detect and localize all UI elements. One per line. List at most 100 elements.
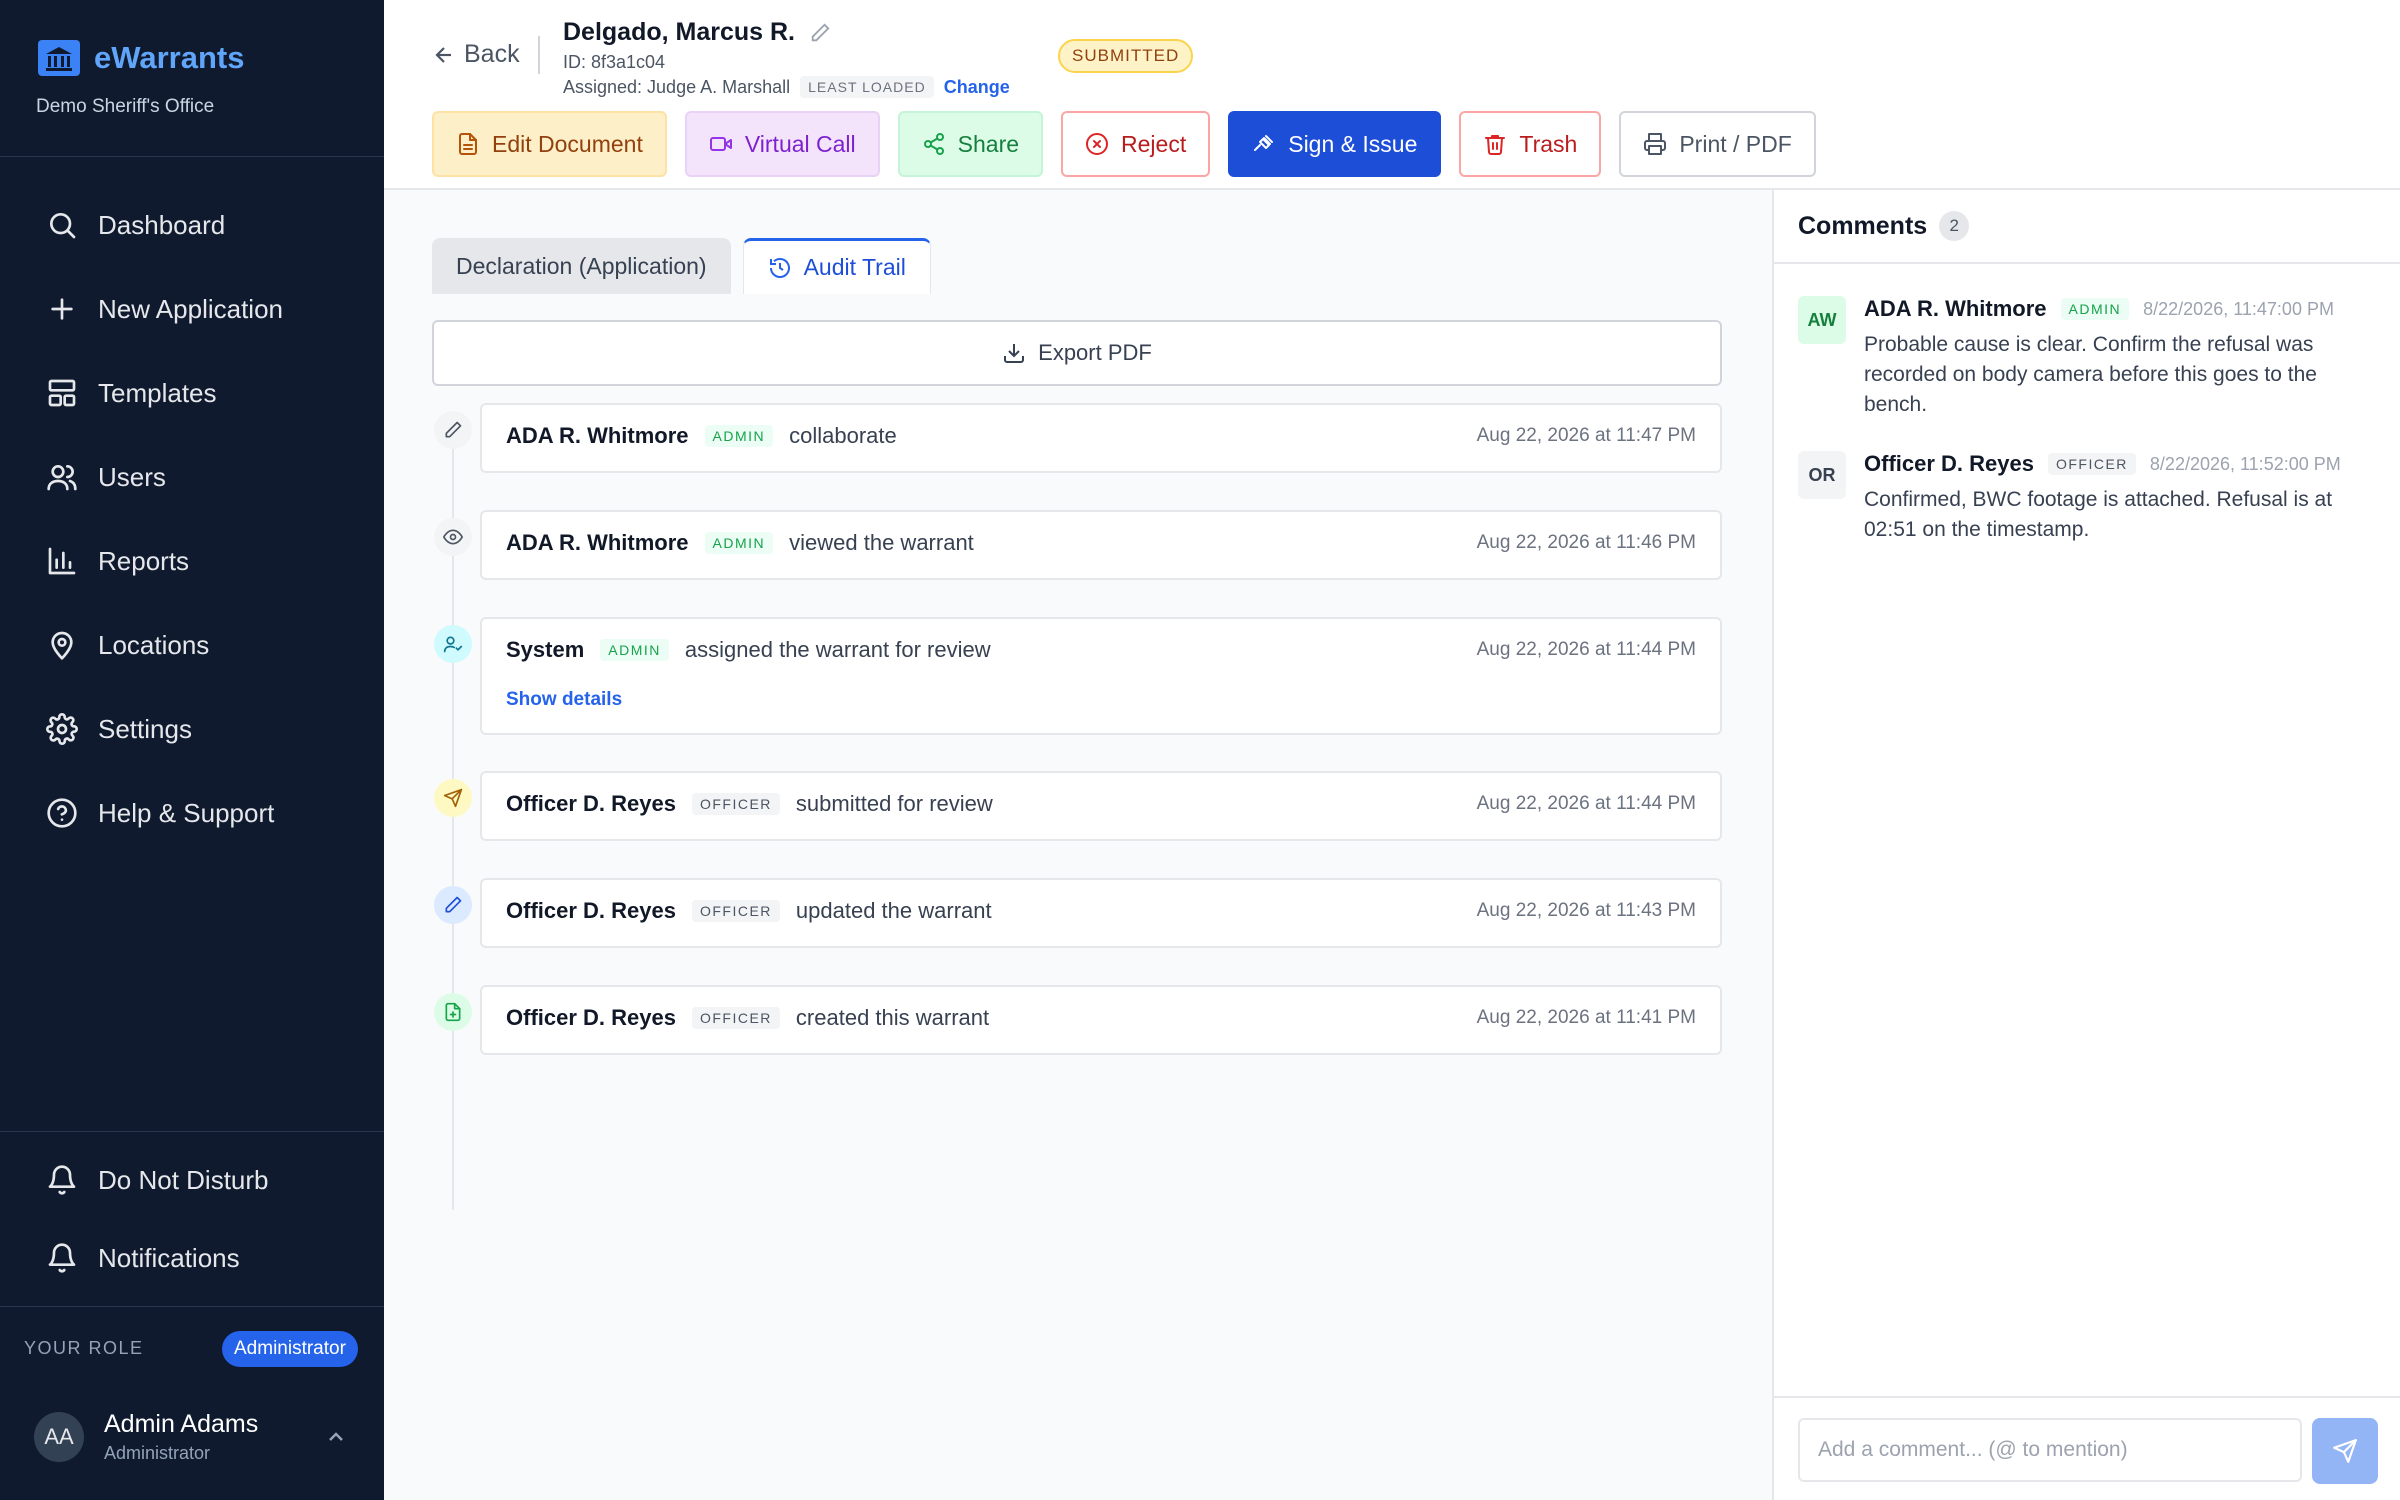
comment-composer	[1774, 1396, 2400, 1500]
brand[interactable]: eWarrants	[36, 38, 244, 78]
trash-icon	[1485, 135, 1506, 155]
sidebar-item-help[interactable]: Help & Support	[0, 771, 384, 855]
sidebar-item-users[interactable]: Users	[0, 435, 384, 519]
case-title-text: Delgado, Marcus R.	[563, 18, 795, 46]
sidebar-item-label: Help & Support	[98, 797, 275, 828]
event-action: updated the warrant	[795, 898, 992, 923]
audit-event-card: System ADMIN assigned the warrant for re…	[480, 617, 1722, 735]
comment-author: ADA R. Whitmore	[1864, 296, 2047, 321]
sidebar-item-dashboard[interactable]: Dashboard	[0, 183, 384, 267]
audit-event-card: ADA R. Whitmore ADMIN viewed the warrant…	[480, 510, 1722, 580]
gavel-icon	[1254, 135, 1274, 151]
file-plus-icon	[434, 993, 472, 1031]
history-icon	[769, 257, 790, 278]
layout-icon	[48, 379, 76, 407]
send-comment-button[interactable]	[2312, 1418, 2378, 1484]
assigned-text: Assigned: Judge A. Marshall	[563, 76, 791, 97]
sidebar-item-templates[interactable]: Templates	[0, 351, 384, 435]
comment-text: Confirmed, BWC footage is attached. Refu…	[1864, 488, 2333, 541]
help-circle-icon	[47, 798, 77, 828]
pencil-icon[interactable]	[809, 22, 831, 44]
audit-event-card: ADA R. Whitmore ADMIN collaborate Aug 22…	[480, 403, 1722, 473]
sidebar: eWarrants Demo Sheriff's Office Dashboar…	[0, 0, 384, 1500]
tab-audit-trail[interactable]: Audit Trail	[742, 238, 931, 294]
event-role-tag: OFFICER	[691, 793, 780, 815]
share-icon	[923, 133, 944, 155]
audit-event-card: Officer D. Reyes OFFICER submitted for r…	[480, 771, 1722, 841]
chevron-up-icon[interactable]	[324, 1425, 348, 1449]
user-menu[interactable]: AA Admin Adams Administrator	[34, 1410, 258, 1464]
print-pdf-button[interactable]: Print / PDF	[1619, 111, 1816, 177]
pencil-icon	[434, 411, 472, 449]
sign-issue-button[interactable]: Sign & Issue	[1228, 111, 1442, 177]
sidebar-item-label: Reports	[98, 545, 190, 576]
event-action: created this warrant	[795, 1005, 990, 1030]
event-action: collaborate	[789, 423, 897, 448]
event-role-tag: ADMIN	[600, 639, 669, 661]
comment-time: 8/22/2026, 11:52:00 PM	[2149, 453, 2341, 474]
share-button[interactable]: Share	[897, 111, 1044, 177]
comments-title: Comments	[1798, 211, 1928, 240]
sidebar-nav: Dashboard New Application Templates User…	[0, 183, 384, 855]
pencil-icon	[434, 886, 472, 924]
reject-button[interactable]: Reject	[1061, 111, 1211, 177]
show-details-link[interactable]: Show details	[506, 689, 622, 711]
status-badge: SUBMITTED	[1058, 39, 1194, 73]
export-pdf-button[interactable]: Export PDF	[432, 320, 1722, 386]
sidebar-item-new-application[interactable]: New Application	[0, 267, 384, 351]
brand-subtitle: Demo Sheriff's Office	[36, 96, 215, 117]
user-check-icon	[434, 625, 472, 663]
sidebar-divider	[0, 1131, 384, 1132]
load-tag: LEAST LOADED	[800, 76, 934, 98]
trash-button[interactable]: Trash	[1459, 111, 1602, 177]
bell-icon	[48, 1243, 76, 1273]
event-actor: Officer D. Reyes	[506, 791, 676, 816]
gear-icon	[46, 713, 78, 745]
sign-issue-label: Sign & Issue	[1288, 130, 1418, 157]
audit-event-card: Officer D. Reyes OFFICER updated the war…	[480, 878, 1722, 948]
change-assignee-link[interactable]: Change	[944, 77, 1010, 98]
tab-audit-trail-label: Audit Trail	[803, 254, 906, 280]
comment-role-tag: OFFICER	[2047, 453, 2136, 475]
do-not-disturb-toggle[interactable]: Do Not Disturb	[46, 1164, 269, 1196]
event-actor: System	[506, 637, 585, 662]
tab-declaration[interactable]: Declaration (Application)	[432, 238, 731, 294]
comment-time: 8/22/2026, 11:47:00 PM	[2143, 298, 2334, 319]
users-icon	[47, 465, 77, 491]
bar-chart-icon	[48, 547, 76, 575]
event-time: Aug 22, 2026 at 11:47 PM	[1476, 425, 1696, 446]
sidebar-item-settings[interactable]: Settings	[0, 687, 384, 771]
user-name: Admin Adams	[104, 1410, 259, 1438]
event-role-tag: ADMIN	[704, 425, 774, 447]
audit-event-card: Officer D. Reyes OFFICER created this wa…	[480, 985, 1722, 1055]
edit-document-button[interactable]: Edit Document	[432, 111, 667, 177]
courthouse-icon	[38, 40, 80, 76]
sidebar-divider	[0, 1306, 384, 1307]
share-label: Share	[957, 130, 1020, 157]
sidebar-item-locations[interactable]: Locations	[0, 603, 384, 687]
trash-label: Trash	[1519, 130, 1578, 157]
notifications-label: Notifications	[98, 1242, 240, 1273]
event-actor: Officer D. Reyes	[506, 898, 676, 923]
notifications-button[interactable]: Notifications	[46, 1242, 240, 1274]
avatar: AW	[1798, 296, 1846, 344]
back-button[interactable]: Back	[432, 40, 520, 69]
event-time: Aug 22, 2026 at 11:44 PM	[1476, 639, 1696, 660]
comment-item: AW ADA R. Whitmore ADMIN 8/22/2026, 11:4…	[1798, 296, 2378, 426]
printer-icon	[1644, 133, 1667, 155]
role-label: YOUR ROLE	[24, 1338, 144, 1358]
event-role-tag: ADMIN	[704, 532, 774, 554]
header-divider	[538, 36, 540, 74]
virtual-call-label: Virtual Call	[744, 130, 856, 157]
sidebar-item-label: Settings	[98, 713, 192, 744]
x-circle-icon	[1086, 133, 1109, 155]
download-icon	[1004, 344, 1025, 363]
sidebar-item-label: Templates	[98, 377, 217, 408]
comment-item: OR Officer D. Reyes OFFICER 8/22/2026, 1…	[1798, 451, 2378, 551]
comment-input[interactable]	[1798, 1418, 2302, 1482]
send-icon	[434, 779, 472, 817]
virtual-call-button[interactable]: Virtual Call	[684, 111, 880, 177]
send-icon	[2333, 1439, 2357, 1463]
event-actor: Officer D. Reyes	[506, 1005, 676, 1030]
sidebar-item-reports[interactable]: Reports	[0, 519, 384, 603]
